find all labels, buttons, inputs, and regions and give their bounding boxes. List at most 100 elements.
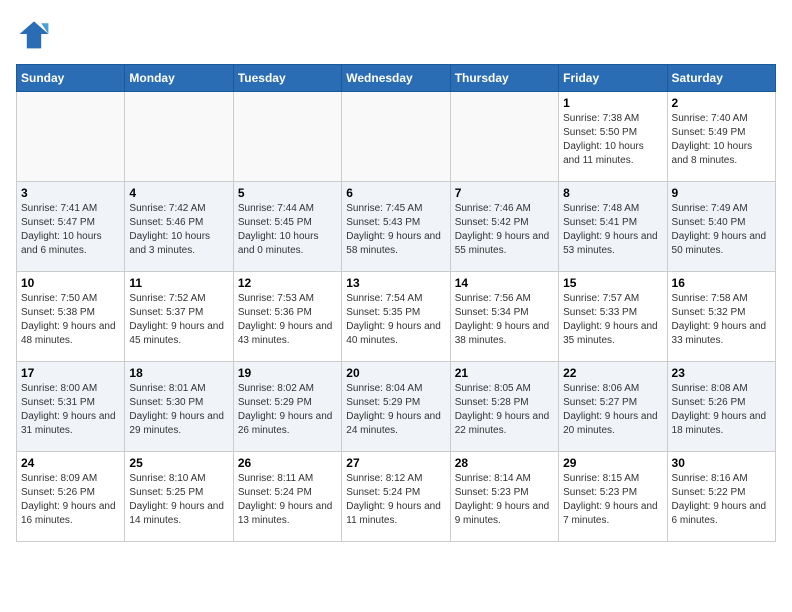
day-number: 4 — [129, 186, 228, 200]
day-info: Sunrise: 8:16 AMSunset: 5:22 PMDaylight:… — [672, 472, 771, 528]
calendar-cell: 12 Sunrise: 7:53 AMSunset: 5:36 PMDayligh… — [233, 272, 341, 362]
calendar-cell: 2Sunrise: 7:40 AMSunset: 5:49 PMDaylight… — [667, 92, 775, 182]
calendar-cell — [450, 92, 558, 182]
day-number: 14 — [455, 276, 554, 290]
calendar-week-row: 17 Sunrise: 8:00 AMSunset: 5:31 PMDayligh… — [17, 362, 776, 452]
day-info: Sunrise: 8:01 AMSunset: 5:30 PMDaylight:… — [129, 382, 228, 438]
weekday-header-wednesday: Wednesday — [342, 65, 450, 92]
calendar-cell: 6 Sunrise: 7:45 AMSunset: 5:43 PMDaylight… — [342, 182, 450, 272]
day-info: Sunrise: 8:15 AMSunset: 5:23 PMDaylight:… — [563, 472, 662, 528]
weekday-header-saturday: Saturday — [667, 65, 775, 92]
day-info: Sunrise: 8:08 AMSunset: 5:26 PMDaylight:… — [672, 382, 771, 438]
day-info: Sunrise: 7:57 AMSunset: 5:33 PMDaylight:… — [563, 292, 662, 348]
calendar-cell: 13 Sunrise: 7:54 AMSunset: 5:35 PMDayligh… — [342, 272, 450, 362]
calendar-cell: 25 Sunrise: 8:10 AMSunset: 5:25 PMDayligh… — [125, 452, 233, 542]
calendar-cell: 18 Sunrise: 8:01 AMSunset: 5:30 PMDayligh… — [125, 362, 233, 452]
day-info: Sunrise: 7:52 AMSunset: 5:37 PMDaylight:… — [129, 292, 228, 348]
logo — [16, 16, 56, 52]
day-number: 19 — [238, 366, 337, 380]
calendar-cell: 5 Sunrise: 7:44 AMSunset: 5:45 PMDaylight… — [233, 182, 341, 272]
calendar-cell: 10 Sunrise: 7:50 AMSunset: 5:38 PMDayligh… — [17, 272, 125, 362]
day-number: 25 — [129, 456, 228, 470]
calendar-cell — [233, 92, 341, 182]
day-number: 11 — [129, 276, 228, 290]
day-info: Sunrise: 7:38 AMSunset: 5:50 PMDaylight:… — [563, 112, 662, 168]
weekday-header-friday: Friday — [559, 65, 667, 92]
weekday-header-row: SundayMondayTuesdayWednesdayThursdayFrid… — [17, 65, 776, 92]
day-info: Sunrise: 7:50 AMSunset: 5:38 PMDaylight:… — [21, 292, 120, 348]
day-info: Sunrise: 7:53 AMSunset: 5:36 PMDaylight:… — [238, 292, 337, 348]
calendar-week-row: 1Sunrise: 7:38 AMSunset: 5:50 PMDaylight… — [17, 92, 776, 182]
calendar-cell: 23 Sunrise: 8:08 AMSunset: 5:26 PMDayligh… — [667, 362, 775, 452]
day-info: Sunrise: 8:02 AMSunset: 5:29 PMDaylight:… — [238, 382, 337, 438]
day-number: 30 — [672, 456, 771, 470]
day-number: 12 — [238, 276, 337, 290]
day-number: 10 — [21, 276, 120, 290]
day-info: Sunrise: 7:42 AMSunset: 5:46 PMDaylight:… — [129, 202, 228, 258]
calendar-cell: 3 Sunrise: 7:41 AMSunset: 5:47 PMDaylight… — [17, 182, 125, 272]
day-info: Sunrise: 7:46 AMSunset: 5:42 PMDaylight:… — [455, 202, 554, 258]
day-info: Sunrise: 7:45 AMSunset: 5:43 PMDaylight:… — [346, 202, 445, 258]
weekday-header-sunday: Sunday — [17, 65, 125, 92]
day-info: Sunrise: 8:04 AMSunset: 5:29 PMDaylight:… — [346, 382, 445, 438]
day-info: Sunrise: 7:49 AMSunset: 5:40 PMDaylight:… — [672, 202, 771, 258]
day-number: 29 — [563, 456, 662, 470]
day-number: 28 — [455, 456, 554, 470]
calendar-cell: 27 Sunrise: 8:12 AMSunset: 5:24 PMDayligh… — [342, 452, 450, 542]
calendar-cell: 29 Sunrise: 8:15 AMSunset: 5:23 PMDayligh… — [559, 452, 667, 542]
day-number: 6 — [346, 186, 445, 200]
calendar-cell: 4 Sunrise: 7:42 AMSunset: 5:46 PMDaylight… — [125, 182, 233, 272]
day-info: Sunrise: 8:05 AMSunset: 5:28 PMDaylight:… — [455, 382, 554, 438]
day-info: Sunrise: 7:44 AMSunset: 5:45 PMDaylight:… — [238, 202, 337, 258]
day-number: 23 — [672, 366, 771, 380]
day-number: 22 — [563, 366, 662, 380]
day-number: 2 — [672, 96, 771, 110]
calendar-cell: 11 Sunrise: 7:52 AMSunset: 5:37 PMDayligh… — [125, 272, 233, 362]
day-number: 13 — [346, 276, 445, 290]
calendar-cell: 1Sunrise: 7:38 AMSunset: 5:50 PMDaylight… — [559, 92, 667, 182]
day-info: Sunrise: 7:54 AMSunset: 5:35 PMDaylight:… — [346, 292, 445, 348]
calendar-cell: 21 Sunrise: 8:05 AMSunset: 5:28 PMDayligh… — [450, 362, 558, 452]
calendar-cell — [125, 92, 233, 182]
day-info: Sunrise: 8:06 AMSunset: 5:27 PMDaylight:… — [563, 382, 662, 438]
calendar-cell: 24 Sunrise: 8:09 AMSunset: 5:26 PMDayligh… — [17, 452, 125, 542]
day-info: Sunrise: 8:12 AMSunset: 5:24 PMDaylight:… — [346, 472, 445, 528]
weekday-header-tuesday: Tuesday — [233, 65, 341, 92]
day-number: 9 — [672, 186, 771, 200]
day-number: 5 — [238, 186, 337, 200]
day-number: 17 — [21, 366, 120, 380]
calendar-cell: 16Sunrise: 7:58 AMSunset: 5:32 PMDayligh… — [667, 272, 775, 362]
calendar-cell: 17 Sunrise: 8:00 AMSunset: 5:31 PMDayligh… — [17, 362, 125, 452]
logo-icon — [16, 16, 52, 52]
calendar-cell — [342, 92, 450, 182]
calendar-cell: 19 Sunrise: 8:02 AMSunset: 5:29 PMDayligh… — [233, 362, 341, 452]
day-info: Sunrise: 8:00 AMSunset: 5:31 PMDaylight:… — [21, 382, 120, 438]
calendar-cell: 7Sunrise: 7:46 AMSunset: 5:42 PMDaylight… — [450, 182, 558, 272]
day-info: Sunrise: 8:09 AMSunset: 5:26 PMDaylight:… — [21, 472, 120, 528]
day-info: Sunrise: 8:11 AMSunset: 5:24 PMDaylight:… — [238, 472, 337, 528]
day-number: 20 — [346, 366, 445, 380]
calendar-cell: 14 Sunrise: 7:56 AMSunset: 5:34 PMDayligh… — [450, 272, 558, 362]
calendar-cell: 15 Sunrise: 7:57 AMSunset: 5:33 PMDayligh… — [559, 272, 667, 362]
day-number: 24 — [21, 456, 120, 470]
calendar-cell — [17, 92, 125, 182]
day-number: 21 — [455, 366, 554, 380]
calendar-table: SundayMondayTuesdayWednesdayThursdayFrid… — [16, 64, 776, 542]
calendar-cell: 8Sunrise: 7:48 AMSunset: 5:41 PMDaylight… — [559, 182, 667, 272]
calendar-week-row: 24 Sunrise: 8:09 AMSunset: 5:26 PMDayligh… — [17, 452, 776, 542]
calendar-cell: 20 Sunrise: 8:04 AMSunset: 5:29 PMDayligh… — [342, 362, 450, 452]
day-number: 18 — [129, 366, 228, 380]
day-number: 15 — [563, 276, 662, 290]
day-number: 3 — [21, 186, 120, 200]
weekday-header-thursday: Thursday — [450, 65, 558, 92]
day-info: Sunrise: 7:41 AMSunset: 5:47 PMDaylight:… — [21, 202, 120, 258]
day-info: Sunrise: 7:48 AMSunset: 5:41 PMDaylight:… — [563, 202, 662, 258]
calendar-cell: 28Sunrise: 8:14 AMSunset: 5:23 PMDayligh… — [450, 452, 558, 542]
calendar-cell: 30 Sunrise: 8:16 AMSunset: 5:22 PMDayligh… — [667, 452, 775, 542]
calendar-cell: 26Sunrise: 8:11 AMSunset: 5:24 PMDayligh… — [233, 452, 341, 542]
calendar-week-row: 3 Sunrise: 7:41 AMSunset: 5:47 PMDaylight… — [17, 182, 776, 272]
day-number: 27 — [346, 456, 445, 470]
day-info: Sunrise: 8:10 AMSunset: 5:25 PMDaylight:… — [129, 472, 228, 528]
day-info: Sunrise: 7:56 AMSunset: 5:34 PMDaylight:… — [455, 292, 554, 348]
day-info: Sunrise: 7:58 AMSunset: 5:32 PMDaylight:… — [672, 292, 771, 348]
